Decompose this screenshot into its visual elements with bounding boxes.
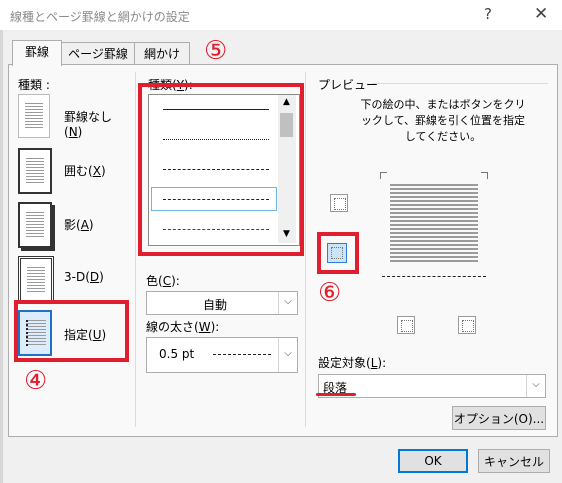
color-label: 色(C): bbox=[146, 274, 180, 288]
setting-shadow-icon bbox=[18, 202, 52, 248]
tab-borders[interactable]: 罫線 bbox=[12, 40, 62, 66]
tab-shading[interactable]: 網かけ bbox=[134, 42, 190, 65]
preview-text-lines bbox=[390, 184, 478, 264]
tab-page-border[interactable]: ページ罫線 bbox=[60, 42, 136, 65]
options-button[interactable]: オプション(O)... bbox=[452, 406, 546, 430]
preview-bottom-border[interactable] bbox=[382, 276, 486, 277]
preview-area[interactable] bbox=[380, 172, 488, 280]
close-button[interactable]: ✕ bbox=[534, 4, 548, 24]
title-bar: 線種とページ罫線と網かけの設定 ? ✕ bbox=[0, 0, 562, 30]
top-border-button[interactable] bbox=[330, 194, 348, 212]
preview-label: プレビュー bbox=[318, 78, 379, 92]
right-border-button[interactable] bbox=[458, 316, 476, 334]
help-button[interactable]: ? bbox=[484, 5, 492, 23]
width-label: 線の太さ(W): bbox=[146, 320, 220, 334]
setting-none[interactable]: 罫線なし(N) bbox=[18, 94, 128, 139]
highlight-box-4 bbox=[14, 300, 129, 362]
setting-shadow[interactable]: 影(A) bbox=[18, 202, 128, 248]
annotation-4: ④ bbox=[24, 366, 48, 396]
width-dropdown[interactable]: 0.5 pt ⌵ bbox=[146, 337, 298, 373]
window-title: 線種とページ罫線と網かけの設定 bbox=[10, 10, 190, 24]
highlight-box-5 bbox=[138, 83, 304, 256]
chevron-down-icon[interactable]: ⌵ bbox=[278, 338, 297, 372]
background-window-edge bbox=[0, 30, 3, 483]
setting-3d[interactable]: 3-D(D) bbox=[18, 256, 128, 304]
chevron-down-icon[interactable]: ⌵ bbox=[278, 292, 297, 314]
preview-instructions: 下の絵の中、またはボタンをクリックして、罫線を引く位置を指定してください。 bbox=[360, 98, 526, 143]
highlight-underline bbox=[316, 393, 356, 396]
setting-none-icon bbox=[18, 94, 50, 138]
annotation-5: ⑤ bbox=[204, 36, 228, 66]
setting-box-icon bbox=[18, 148, 52, 194]
setting-3d-icon bbox=[18, 256, 54, 304]
setting-box[interactable]: 囲む(X) bbox=[18, 148, 128, 194]
preview-rule bbox=[372, 83, 548, 84]
setting-label: 種類 : bbox=[18, 78, 50, 92]
left-border-button[interactable] bbox=[397, 316, 415, 334]
annotation-6: ⑥ bbox=[318, 278, 342, 308]
column-divider-2 bbox=[305, 72, 306, 427]
width-line-sample bbox=[213, 354, 271, 355]
column-divider bbox=[135, 72, 136, 427]
chevron-down-icon[interactable]: ⌵ bbox=[526, 375, 545, 397]
color-dropdown[interactable]: 自動 ⌵ bbox=[146, 291, 298, 315]
highlight-box-6 bbox=[317, 232, 359, 274]
cancel-button[interactable]: キャンセル bbox=[478, 449, 550, 473]
apply-to-label: 設定対象(L): bbox=[318, 356, 387, 370]
ok-button[interactable]: OK bbox=[398, 449, 468, 473]
